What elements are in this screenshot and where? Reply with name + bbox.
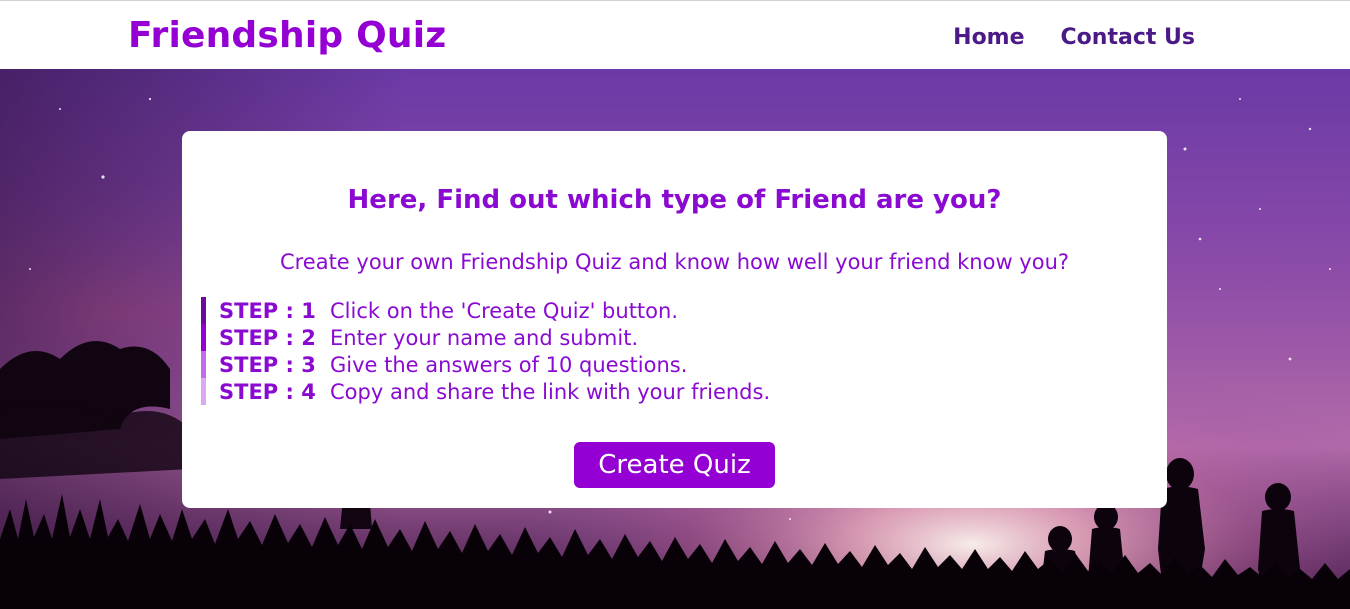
nav-link-contact-us[interactable]: Contact Us [1061, 23, 1195, 53]
steps-list: STEP : 1 Click on the 'Create Quiz' butt… [201, 297, 901, 405]
step-item-4: STEP : 4 Copy and share the link with yo… [201, 378, 901, 405]
step-text: Click on the 'Create Quiz' button. [330, 298, 678, 323]
step-item-1: STEP : 1 Click on the 'Create Quiz' butt… [201, 297, 901, 324]
step-label: STEP : 2 [219, 325, 316, 350]
step-item-3: STEP : 3 Give the answers of 10 question… [201, 351, 901, 378]
top-navbar: Friendship Quiz Home Contact Us [0, 0, 1350, 69]
brand-logo-link[interactable]: Friendship Quiz [128, 14, 446, 58]
step-label: STEP : 1 [219, 298, 316, 323]
card-subtitle: Create your own Friendship Quiz and know… [279, 250, 1070, 274]
step-item-2: STEP : 2 Enter your name and submit. [201, 324, 901, 351]
step-accent-bar [201, 324, 206, 351]
step-label: STEP : 3 [219, 352, 316, 377]
step-accent-bar [201, 378, 206, 405]
create-quiz-button[interactable]: Create Quiz [574, 442, 775, 488]
step-text: Copy and share the link with your friend… [330, 379, 771, 404]
nav-links: Home Contact Us [953, 23, 1195, 53]
step-accent-bar [201, 297, 206, 324]
nav-link-home[interactable]: Home [953, 23, 1024, 53]
step-text: Enter your name and submit. [330, 325, 639, 350]
step-label: STEP : 4 [219, 379, 316, 404]
card-title: Here, Find out which type of Friend are … [347, 185, 1002, 215]
quiz-intro-card: Here, Find out which type of Friend are … [182, 131, 1167, 508]
step-text: Give the answers of 10 questions. [330, 352, 688, 377]
step-accent-bar [201, 351, 206, 378]
